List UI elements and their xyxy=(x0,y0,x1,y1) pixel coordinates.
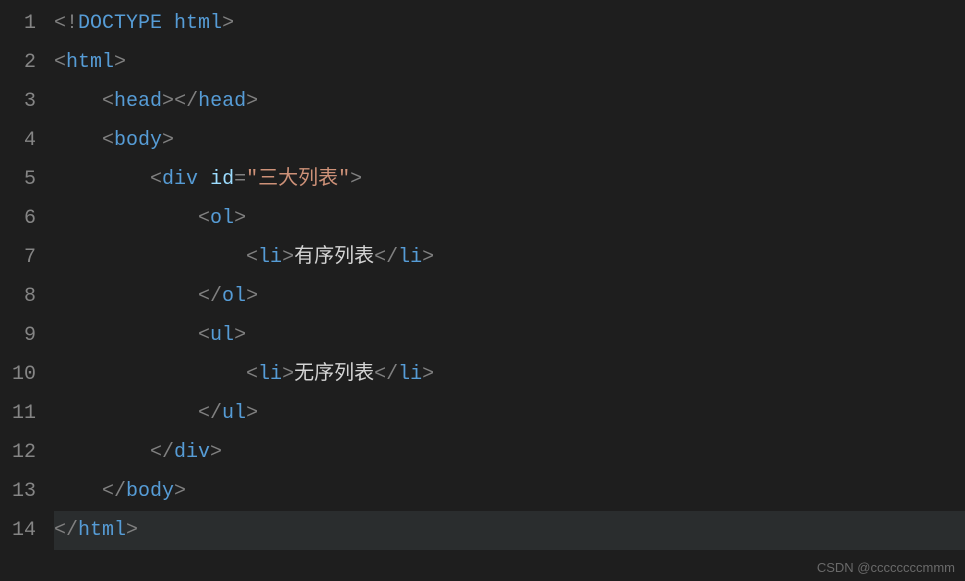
punct: < xyxy=(150,160,162,199)
ol-tag: ol xyxy=(210,199,234,238)
punct: < xyxy=(198,316,210,355)
punct: < xyxy=(102,121,114,160)
id-attr-value: "三大列表" xyxy=(246,160,350,199)
punct: </ xyxy=(198,277,222,316)
code-line[interactable]: <li>无序列表</li> xyxy=(54,355,965,394)
watermark: CSDN @ccccccccmmm xyxy=(817,560,955,575)
line-number: 9 xyxy=(8,316,36,355)
punct: < xyxy=(246,238,258,277)
punct: > xyxy=(174,472,186,511)
punct: </ xyxy=(150,433,174,472)
code-line[interactable]: <head></head> xyxy=(54,82,965,121)
line-number: 2 xyxy=(8,43,36,82)
punct: > xyxy=(210,433,222,472)
code-line[interactable]: <li>有序列表</li> xyxy=(54,238,965,277)
ul-tag: ul xyxy=(222,394,246,433)
punct: > xyxy=(222,4,234,43)
punct: </ xyxy=(374,238,398,277)
code-line[interactable]: <ul> xyxy=(54,316,965,355)
ol-tag: ol xyxy=(222,277,246,316)
code-line[interactable]: <ol> xyxy=(54,199,965,238)
line-number: 4 xyxy=(8,121,36,160)
punct: </ xyxy=(102,472,126,511)
punct: > xyxy=(422,355,434,394)
li-tag: li xyxy=(398,238,422,277)
line-number: 11 xyxy=(8,394,36,433)
line-number: 5 xyxy=(8,160,36,199)
line-number: 14 xyxy=(8,511,36,550)
punct: > xyxy=(162,82,174,121)
line-number-gutter: 1 2 3 4 5 6 7 8 9 10 11 12 13 14 xyxy=(0,0,54,581)
line-number: 8 xyxy=(8,277,36,316)
punct: > xyxy=(246,277,258,316)
punct: </ xyxy=(54,511,78,550)
punct: > xyxy=(282,238,294,277)
punct: < xyxy=(246,355,258,394)
punct: > xyxy=(422,238,434,277)
line-number: 10 xyxy=(8,355,36,394)
punct: </ xyxy=(374,355,398,394)
div-tag: div xyxy=(162,160,198,199)
line-number: 6 xyxy=(8,199,36,238)
punct: > xyxy=(114,43,126,82)
code-line[interactable]: </body> xyxy=(54,472,965,511)
line-number: 3 xyxy=(8,82,36,121)
code-line[interactable]: <html> xyxy=(54,43,965,82)
line-number: 7 xyxy=(8,238,36,277)
punct: </ xyxy=(174,82,198,121)
li-tag: li xyxy=(258,355,282,394)
punct: = xyxy=(234,160,246,199)
line-number: 13 xyxy=(8,472,36,511)
html-tag: html xyxy=(66,43,114,82)
code-line[interactable]: <body> xyxy=(54,121,965,160)
code-line-active[interactable]: </html> xyxy=(54,511,965,550)
head-tag: head xyxy=(114,82,162,121)
punct: < xyxy=(54,43,66,82)
code-line[interactable]: </div> xyxy=(54,433,965,472)
code-line[interactable]: <!DOCTYPE html> xyxy=(54,4,965,43)
doctype-value: html xyxy=(174,4,222,43)
body-tag: body xyxy=(126,472,174,511)
ul-tag: ul xyxy=(210,316,234,355)
punct: < xyxy=(102,82,114,121)
line-number: 1 xyxy=(8,4,36,43)
id-attr: id xyxy=(210,160,234,199)
li-text: 有序列表 xyxy=(294,238,374,277)
code-line[interactable]: </ul> xyxy=(54,394,965,433)
code-editor[interactable]: 1 2 3 4 5 6 7 8 9 10 11 12 13 14 <!DOCTY… xyxy=(0,0,965,581)
li-tag: li xyxy=(258,238,282,277)
body-tag: body xyxy=(114,121,162,160)
code-line[interactable]: <div id="三大列表"> xyxy=(54,160,965,199)
punct: </ xyxy=(198,394,222,433)
code-line[interactable]: </ol> xyxy=(54,277,965,316)
punct: > xyxy=(246,394,258,433)
punct: <! xyxy=(54,4,78,43)
li-tag: li xyxy=(398,355,422,394)
punct: > xyxy=(350,160,362,199)
punct: > xyxy=(282,355,294,394)
div-tag: div xyxy=(174,433,210,472)
punct: > xyxy=(162,121,174,160)
li-text: 无序列表 xyxy=(294,355,374,394)
line-number: 12 xyxy=(8,433,36,472)
html-tag: html xyxy=(78,511,126,550)
punct: < xyxy=(198,199,210,238)
punct: > xyxy=(234,316,246,355)
punct: > xyxy=(246,82,258,121)
punct: > xyxy=(234,199,246,238)
punct: > xyxy=(126,511,138,550)
doctype-keyword: DOCTYPE xyxy=(78,4,162,43)
head-tag: head xyxy=(198,82,246,121)
code-content-area[interactable]: <!DOCTYPE html> <html> <head></head> <bo… xyxy=(54,0,965,581)
